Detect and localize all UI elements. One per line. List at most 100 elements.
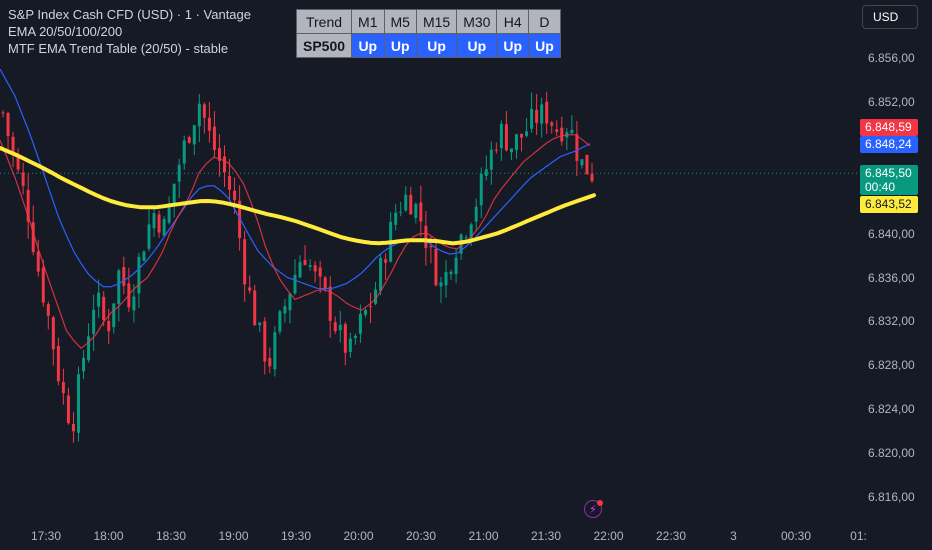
candle xyxy=(197,94,201,143)
candle xyxy=(122,256,126,295)
notification-dot-icon xyxy=(597,500,603,506)
price-tick-label: 6.840,00 xyxy=(868,226,915,241)
candle xyxy=(434,238,438,287)
candle xyxy=(338,311,342,343)
candle xyxy=(142,250,146,262)
ema-yellow-price-label: 6.843,52 xyxy=(860,196,918,213)
candle xyxy=(535,93,539,136)
candle xyxy=(494,142,498,154)
currency-button[interactable]: USD xyxy=(862,5,918,29)
candle xyxy=(127,267,131,312)
candle xyxy=(308,259,312,271)
price-tick-label: 6.856,00 xyxy=(868,51,915,65)
candle xyxy=(288,292,292,324)
timeframe-d-header: D xyxy=(528,9,561,34)
candle xyxy=(590,163,594,184)
candle xyxy=(61,368,65,405)
price-tick-label: 6.836,00 xyxy=(868,270,915,285)
timeframe-m5-header: M5 xyxy=(383,9,417,34)
candle xyxy=(560,116,564,146)
time-tick-label: 18:00 xyxy=(93,529,124,543)
candle xyxy=(384,253,388,280)
candle xyxy=(555,120,559,137)
candle xyxy=(217,134,221,177)
candle xyxy=(399,201,403,217)
price-tick-label: 6.828,00 xyxy=(868,358,915,373)
trend-cell-m30: Up xyxy=(456,33,498,58)
candle xyxy=(177,158,181,198)
candle xyxy=(207,101,211,143)
candle xyxy=(454,248,458,284)
trend-table-indicator-label[interactable]: MTF EMA Trend Table (20/50) - stable xyxy=(8,40,251,57)
time-tick-label: 01: xyxy=(850,529,867,543)
candle xyxy=(223,145,227,187)
candle xyxy=(77,366,81,442)
candle xyxy=(424,211,428,266)
ema-yellow-line xyxy=(0,146,596,246)
candle xyxy=(117,268,121,322)
candle xyxy=(514,133,518,159)
candle xyxy=(545,91,549,134)
candle xyxy=(520,133,524,152)
candle xyxy=(419,185,423,237)
candle xyxy=(504,110,508,152)
candle xyxy=(489,141,493,185)
candle xyxy=(328,276,332,338)
time-tick-label: 00:30 xyxy=(780,529,812,543)
time-tick-label: 21:00 xyxy=(468,529,499,543)
candle xyxy=(97,279,101,318)
candle xyxy=(283,299,287,323)
candle xyxy=(6,111,10,152)
candle xyxy=(499,120,503,161)
candles xyxy=(1,91,594,443)
trend-cell-m1: Up xyxy=(351,33,385,58)
candle xyxy=(343,321,347,366)
time-tick-label: 3 xyxy=(730,529,737,543)
candle xyxy=(303,245,307,266)
candle xyxy=(167,196,171,225)
candle xyxy=(444,259,448,298)
candle xyxy=(570,115,574,135)
ema-blue-price-label: 6.848,24 xyxy=(860,136,918,153)
candle xyxy=(1,110,5,118)
candle xyxy=(182,135,186,170)
time-tick-label: 22:00 xyxy=(593,529,624,543)
price-chart[interactable] xyxy=(0,0,932,550)
candle xyxy=(540,97,544,138)
candle xyxy=(404,186,408,213)
candle xyxy=(56,337,60,386)
timeframe-m1-header: M1 xyxy=(351,9,385,34)
candle xyxy=(474,198,478,231)
candle xyxy=(16,148,20,174)
mtf-trend-table: Trend M1 M5 M15 M30 H4 D SP500 Up Up Up … xyxy=(295,9,561,58)
candle xyxy=(263,317,267,375)
candle xyxy=(243,230,247,302)
candle xyxy=(157,210,161,238)
candle xyxy=(374,281,378,306)
candle xyxy=(394,204,398,231)
candle xyxy=(82,349,86,380)
ema-lines xyxy=(0,68,596,350)
candle xyxy=(580,158,584,169)
candle xyxy=(550,120,554,134)
candle xyxy=(278,309,282,335)
current-price-value: 6.845,50 xyxy=(865,166,912,180)
candle xyxy=(414,202,418,224)
time-tick-label: 20:00 xyxy=(343,529,374,543)
trend-header: Trend xyxy=(295,9,353,34)
symbol-title[interactable]: S&P Index Cash CFD (USD) · 1 · Vantage xyxy=(8,6,251,23)
candle xyxy=(11,131,15,168)
candle xyxy=(258,322,262,333)
ema-indicator-label[interactable]: EMA 20/50/100/200 xyxy=(8,23,251,40)
candle xyxy=(479,167,483,219)
ema-red-price-label: 6.848,59 xyxy=(860,119,918,136)
candle xyxy=(21,162,25,195)
trend-cell-m5: Up xyxy=(383,33,417,58)
candle xyxy=(565,128,569,151)
candle xyxy=(439,276,443,304)
trend-cell-h4: Up xyxy=(496,33,530,58)
candle xyxy=(293,259,297,296)
candle xyxy=(525,117,529,138)
candle xyxy=(409,186,413,215)
candle xyxy=(273,326,277,377)
